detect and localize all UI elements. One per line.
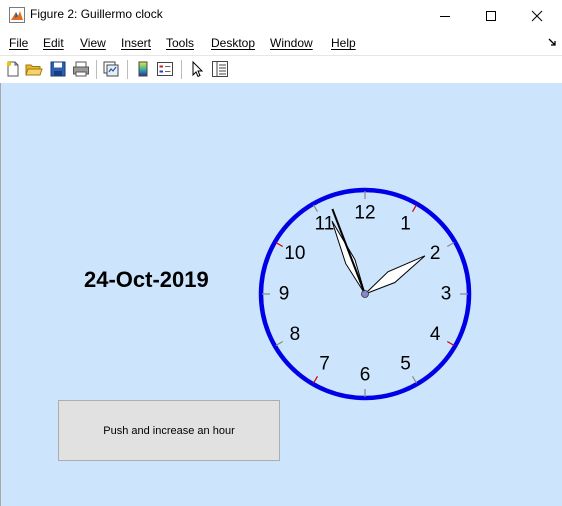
clock-numeral: 9 <box>279 284 290 305</box>
clock-numeral: 3 <box>441 284 452 305</box>
clock-center-pin <box>361 290 369 298</box>
clock-tick <box>312 204 319 213</box>
clock-tick <box>275 241 284 248</box>
clock-tick <box>411 204 418 213</box>
clock-numeral: 5 <box>400 354 411 375</box>
clock-numeral: 10 <box>284 243 305 264</box>
clock-tick <box>275 340 284 347</box>
clock-numeral: 7 <box>319 354 330 375</box>
clock-numeral: 11 <box>315 213 335 234</box>
clock-numeral: 2 <box>430 243 441 264</box>
clock-tick <box>446 241 455 248</box>
analog-clock: 121234567891011 <box>258 187 472 401</box>
hour-hand <box>364 255 426 295</box>
clock-tick <box>411 375 418 384</box>
clock-numeral: 6 <box>360 365 371 386</box>
clock-tick <box>312 375 319 384</box>
clock-numeral: 8 <box>290 324 301 345</box>
clock-tick <box>446 340 455 347</box>
clock-numeral: 12 <box>354 203 375 224</box>
clock-numeral: 1 <box>400 213 411 234</box>
clock-numeral: 4 <box>430 324 441 345</box>
